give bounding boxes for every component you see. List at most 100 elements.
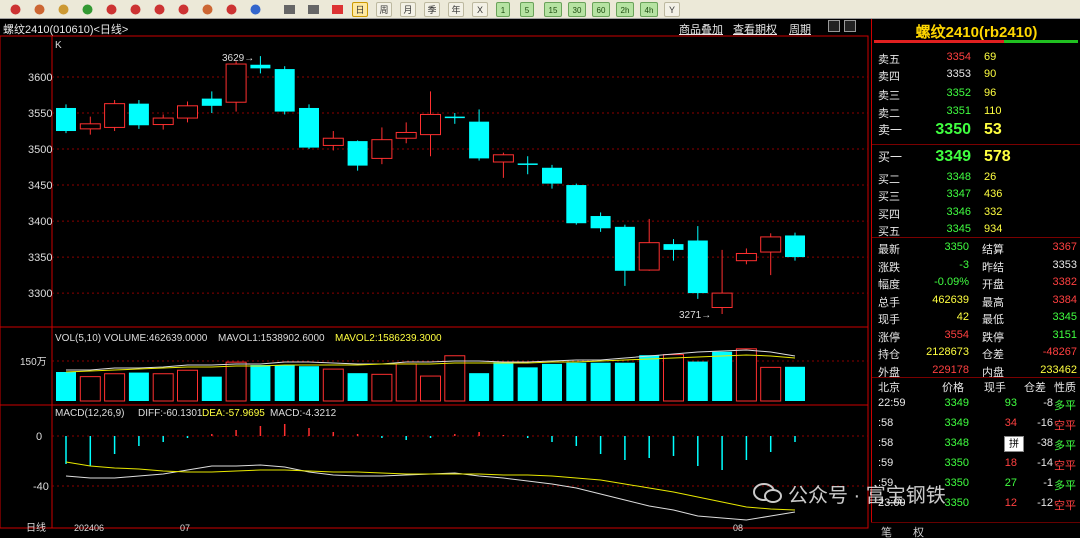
stat-value: 3345 bbox=[1052, 311, 1077, 323]
y-tick-label: 3350 bbox=[28, 252, 52, 264]
tab-trades[interactable]: 笔 bbox=[881, 524, 892, 538]
ask-row: 卖四 3353 90 bbox=[872, 66, 1080, 84]
vol-label: VOL(5,10) VOLUME:462639.0000 bbox=[55, 333, 208, 344]
y-tick-label: 3550 bbox=[28, 108, 52, 120]
kline-chart[interactable]: K 3600 3550 3500 3450 3400 3350 3300 3629→ 3271→ V… bbox=[0, 0, 870, 538]
macd-label: MACD(12,26,9) bbox=[55, 408, 124, 419]
ask-strength-bar bbox=[874, 40, 1004, 43]
tick-row: 22:59 3349 93 -8 多平 bbox=[872, 395, 1080, 413]
stat-label: 昨结 bbox=[982, 261, 1004, 274]
stat-label: 最低 bbox=[982, 314, 1004, 326]
ask-label: 卖四 bbox=[878, 71, 900, 83]
popup-button[interactable]: 拼 bbox=[1004, 436, 1024, 452]
volume-bar bbox=[299, 366, 319, 401]
bid-volume: 332 bbox=[984, 206, 1003, 218]
bid-strength-bar bbox=[1004, 40, 1078, 43]
stat-value: 3367 bbox=[1052, 241, 1077, 253]
period-label: 日线 bbox=[26, 521, 46, 534]
volume-bar bbox=[322, 368, 344, 402]
bid-label: 买四 bbox=[878, 209, 900, 221]
candle-body bbox=[420, 113, 441, 136]
stat-label: 开盘 bbox=[982, 279, 1004, 291]
stat-value: 42 bbox=[956, 311, 969, 323]
ask-volume: 69 bbox=[984, 51, 997, 63]
volume-bar bbox=[201, 376, 222, 401]
contract-name: 螺纹2410(rb2410) bbox=[915, 24, 1038, 41]
macd-diff-label: DIFF:-60.1301 bbox=[138, 408, 203, 419]
candle-body bbox=[711, 292, 733, 309]
quote-tabs: 笔 权 bbox=[871, 522, 1080, 538]
quote-panel: 螺纹2410(rb2410) 卖五 3354 69 卖四 3353 90 卖三 3352 96 卖… bbox=[871, 19, 1080, 538]
bid-volume: 436 bbox=[984, 188, 1003, 200]
ask-row: 卖五 3354 69 bbox=[872, 49, 1080, 67]
candle-body bbox=[566, 185, 587, 224]
volume-bar bbox=[590, 362, 611, 401]
volume-bar bbox=[469, 373, 490, 401]
volume-bar bbox=[614, 362, 635, 401]
candle-body bbox=[590, 216, 611, 229]
bid-price: 3346 bbox=[946, 206, 971, 218]
stat-row: 现手 42 最低 3345 bbox=[872, 309, 1080, 327]
tab-rights[interactable]: 权 bbox=[913, 524, 924, 538]
tick-time: :58 bbox=[878, 417, 894, 429]
volume-bar bbox=[250, 365, 271, 401]
candle-body bbox=[79, 123, 101, 130]
candle-body bbox=[517, 163, 538, 165]
tick-price: 3350 bbox=[944, 497, 969, 509]
candle-body bbox=[638, 242, 660, 271]
candle-body bbox=[371, 139, 393, 159]
candle-body bbox=[663, 244, 684, 250]
ask-price: 3354 bbox=[946, 51, 971, 63]
ask-volume: 96 bbox=[984, 87, 997, 99]
bid-price: 3349 bbox=[935, 148, 971, 165]
volume-bar bbox=[542, 363, 562, 401]
divider bbox=[872, 237, 1080, 238]
stat-label: 幅度 bbox=[878, 279, 900, 291]
tick-time: :59 bbox=[878, 457, 894, 469]
high-label: 3629→ bbox=[222, 53, 254, 64]
candle-body bbox=[250, 64, 271, 69]
candle-body bbox=[274, 69, 295, 112]
tick-type: 多平 bbox=[1054, 440, 1076, 452]
tick-type: 多平 bbox=[1054, 400, 1076, 412]
tick-oi: -38 bbox=[1037, 437, 1053, 449]
mavol2-label: MAVOL2:1586239.3000 bbox=[335, 333, 442, 344]
tick-price: 3350 bbox=[944, 477, 969, 489]
ask-volume: 53 bbox=[984, 121, 1002, 138]
candle-body bbox=[687, 240, 708, 294]
tick-time: 22:59 bbox=[878, 397, 906, 409]
candle-body bbox=[104, 103, 126, 128]
candle-body bbox=[299, 107, 319, 148]
candle-body bbox=[444, 116, 465, 119]
tick-header-type: 性质 bbox=[1054, 382, 1076, 394]
ask-row: 卖一 3350 53 bbox=[872, 119, 1080, 138]
tick-oi: -8 bbox=[1043, 397, 1053, 409]
candle-body bbox=[128, 103, 149, 126]
ask-label: 卖五 bbox=[878, 54, 900, 66]
volume-bar bbox=[104, 373, 126, 402]
y-tick-label: 3600 bbox=[28, 72, 52, 84]
y-tick-label: 3300 bbox=[28, 288, 52, 300]
x-tick-label: 08 bbox=[733, 523, 743, 533]
stat-label: 总手 bbox=[878, 296, 900, 309]
bid-price: 3347 bbox=[946, 188, 971, 200]
y-tick-label: 3400 bbox=[28, 216, 52, 228]
bid-row: 买一 3349 578 bbox=[872, 146, 1080, 165]
volume-bar bbox=[395, 363, 417, 402]
tick-price: 3349 bbox=[944, 397, 969, 409]
tick-volume: 18 bbox=[1004, 457, 1017, 469]
stat-value: 3382 bbox=[1052, 276, 1077, 288]
stat-row: 涨停 3554 跌停 3151 bbox=[872, 327, 1080, 345]
tick-header-price: 价格 bbox=[942, 382, 964, 394]
stat-value: 229178 bbox=[932, 363, 969, 376]
volume-bar bbox=[347, 373, 368, 401]
candle-body bbox=[492, 154, 514, 163]
candle-body bbox=[225, 63, 247, 103]
macd-y-tick: -40 bbox=[33, 481, 49, 493]
ask-label: 卖三 bbox=[878, 90, 900, 102]
tick-type: 多平 bbox=[1054, 480, 1076, 492]
stat-value: 2128673 bbox=[926, 346, 969, 358]
y-tick-label: 3450 bbox=[28, 180, 52, 192]
mavol2-line bbox=[65, 354, 796, 373]
candle-body bbox=[469, 121, 490, 159]
